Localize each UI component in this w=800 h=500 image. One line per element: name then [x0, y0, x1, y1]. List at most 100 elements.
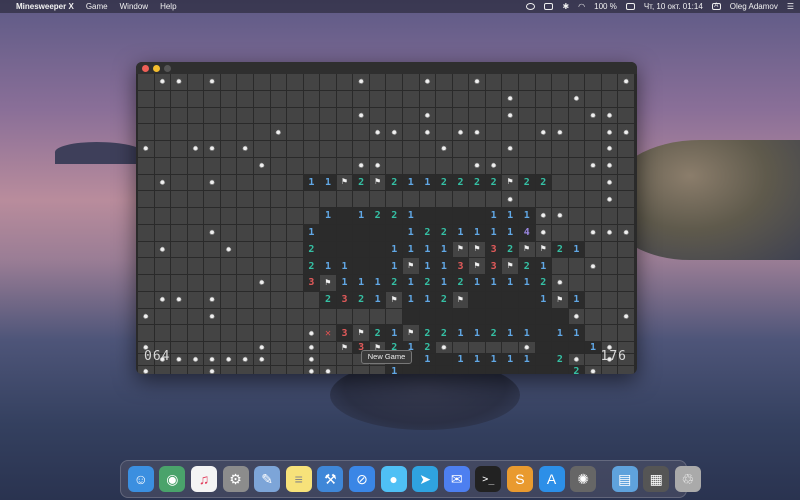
trash-icon[interactable]: ♲: [674, 466, 701, 492]
cell-number[interactable]: 2: [303, 258, 321, 275]
mine-icon[interactable]: ✹: [204, 141, 221, 158]
cell-hidden[interactable]: [353, 124, 370, 141]
mine-icon[interactable]: ✹: [154, 241, 172, 259]
cell-empty[interactable]: [469, 208, 486, 225]
preview-icon[interactable]: ✎: [254, 466, 281, 492]
input-source-icon[interactable]: A: [711, 3, 721, 10]
cell-hidden[interactable]: [220, 124, 238, 141]
cell-hidden[interactable]: [568, 191, 586, 208]
cell-number[interactable]: 2: [485, 174, 503, 192]
mine-icon[interactable]: ✹: [552, 208, 569, 225]
cell-hidden[interactable]: [568, 208, 586, 225]
cell-number[interactable]: 2: [419, 224, 437, 242]
cell-hidden[interactable]: [287, 291, 304, 309]
cell-hidden[interactable]: [552, 258, 569, 275]
xcode-icon[interactable]: ⚒: [317, 466, 344, 492]
cell-empty[interactable]: [485, 308, 503, 326]
cell-hidden[interactable]: [187, 308, 205, 326]
cell-hidden[interactable]: [220, 275, 238, 292]
mine-icon[interactable]: ✹: [552, 124, 569, 141]
flag-icon[interactable]: ⚑: [452, 291, 470, 309]
cell-empty[interactable]: [485, 291, 503, 309]
cell-hidden[interactable]: [568, 157, 586, 175]
cell-hidden[interactable]: [270, 308, 288, 326]
cell-hidden[interactable]: [618, 191, 635, 208]
cell-hidden[interactable]: [187, 325, 205, 342]
wifi-icon[interactable]: ◠: [578, 2, 585, 11]
cell-number[interactable]: 2: [502, 241, 519, 259]
cell-hidden[interactable]: [237, 258, 254, 275]
cell-hidden[interactable]: [138, 90, 155, 108]
cell-number[interactable]: 2: [436, 224, 453, 242]
mine-icon[interactable]: ✹: [353, 107, 370, 125]
cell-hidden[interactable]: [585, 241, 602, 259]
cell-hidden[interactable]: [270, 90, 288, 108]
flag-icon[interactable]: ⚑: [518, 241, 536, 259]
flag-icon[interactable]: ⚑: [403, 325, 420, 342]
cell-hidden[interactable]: [386, 107, 403, 125]
cell-number[interactable]: 1: [502, 224, 519, 242]
cell-hidden[interactable]: [535, 191, 553, 208]
cell-hidden[interactable]: [171, 90, 188, 108]
cell-number[interactable]: 1: [403, 224, 420, 242]
cell-hidden[interactable]: [369, 191, 387, 208]
cell-number[interactable]: 1: [518, 275, 536, 292]
cell-number[interactable]: 2: [535, 174, 553, 192]
mine-icon[interactable]: ✹: [502, 191, 519, 208]
cell-hidden[interactable]: [485, 124, 503, 141]
cell-hidden[interactable]: [237, 291, 254, 309]
cell-empty[interactable]: [518, 291, 536, 309]
cell-number[interactable]: 2: [452, 174, 470, 192]
bluetooth-icon[interactable]: ✱: [562, 2, 569, 11]
cell-hidden[interactable]: [138, 107, 155, 125]
cell-hidden[interactable]: [270, 141, 288, 158]
flag-icon[interactable]: ⚑: [353, 325, 370, 342]
cell-hidden[interactable]: [237, 325, 254, 342]
cell-hidden[interactable]: [601, 90, 619, 108]
cell-hidden[interactable]: [469, 107, 486, 125]
cell-hidden[interactable]: [403, 107, 420, 125]
cell-hidden[interactable]: [138, 208, 155, 225]
cell-hidden[interactable]: [552, 90, 569, 108]
cell-number[interactable]: 1: [436, 258, 453, 275]
cell-hidden[interactable]: [618, 107, 635, 125]
cell-hidden[interactable]: [469, 141, 486, 158]
flag-icon[interactable]: ⚑: [535, 241, 553, 259]
cell-empty[interactable]: [469, 291, 486, 309]
cell-hidden[interactable]: [552, 141, 569, 158]
finder-icon[interactable]: ☺: [127, 466, 154, 492]
cell-hidden[interactable]: [502, 124, 519, 141]
cell-hidden[interactable]: [386, 157, 403, 175]
cell-hidden[interactable]: [237, 241, 254, 259]
cell-hidden[interactable]: [585, 74, 602, 91]
cell-number[interactable]: 1: [336, 258, 354, 275]
cell-hidden[interactable]: [485, 107, 503, 125]
cell-hidden[interactable]: [287, 308, 304, 326]
cell-hidden[interactable]: [220, 325, 238, 342]
cell-empty[interactable]: [353, 258, 370, 275]
menu-app-name[interactable]: Minesweeper X: [16, 2, 74, 11]
cell-number[interactable]: 1: [403, 275, 420, 292]
flag-icon[interactable]: ⚑: [336, 174, 354, 192]
mine-icon[interactable]: ✹: [618, 124, 635, 141]
cell-hidden[interactable]: [369, 308, 387, 326]
flag-icon[interactable]: ⚑: [502, 258, 519, 275]
cell-hidden[interactable]: [320, 308, 337, 326]
cell-hidden[interactable]: [452, 157, 470, 175]
cell-hidden[interactable]: [403, 90, 420, 108]
cell-hidden[interactable]: [287, 90, 304, 108]
cell-hidden[interactable]: [138, 157, 155, 175]
cell-number[interactable]: 1: [369, 291, 387, 309]
cell-hidden[interactable]: [287, 224, 304, 242]
mine-icon[interactable]: ✹: [237, 141, 254, 158]
cell-hidden[interactable]: [303, 124, 321, 141]
cell-hidden[interactable]: [552, 174, 569, 192]
mine-icon[interactable]: ✹: [452, 124, 470, 141]
cell-hidden[interactable]: [336, 107, 354, 125]
cell-hidden[interactable]: [270, 107, 288, 125]
cell-number[interactable]: 1: [419, 174, 437, 192]
mine-icon[interactable]: ✹: [204, 174, 221, 192]
cell-number[interactable]: 2: [419, 325, 437, 342]
menu-help[interactable]: Help: [160, 2, 176, 11]
mine-icon[interactable]: ✹: [601, 191, 619, 208]
